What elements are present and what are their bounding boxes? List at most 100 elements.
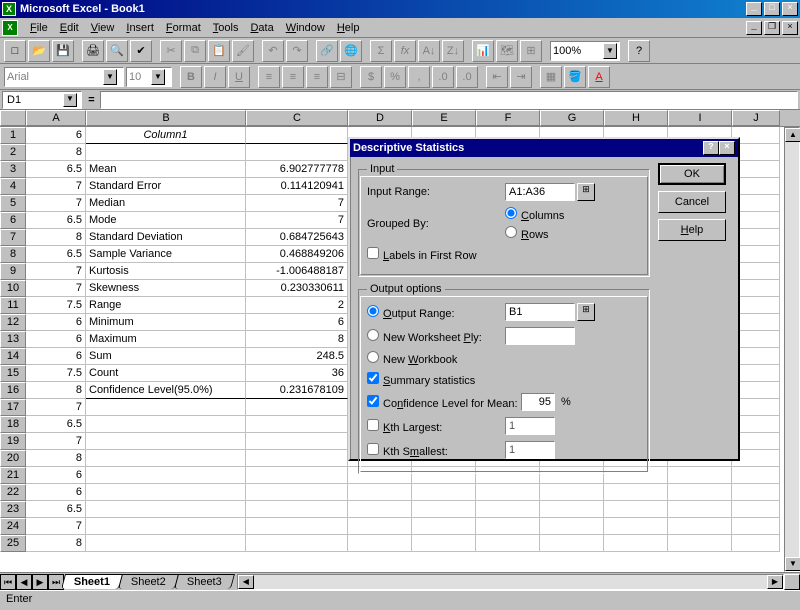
preview-button[interactable]: 🔍 (106, 40, 128, 62)
cell[interactable]: 7 (26, 433, 86, 450)
cell[interactable]: Sample Variance (86, 246, 246, 263)
doc-restore-button[interactable]: ❐ (764, 21, 780, 35)
cell[interactable] (86, 535, 246, 552)
cut-button[interactable]: ✂ (160, 40, 182, 62)
cell[interactable]: 7 (246, 195, 348, 212)
column-header-D[interactable]: D (348, 110, 412, 126)
cell[interactable] (604, 484, 668, 501)
kth-smallest-check[interactable]: Kth Smallest: (367, 443, 505, 458)
cell[interactable]: 7 (26, 399, 86, 416)
cell[interactable] (476, 501, 540, 518)
row-header[interactable]: 11 (0, 297, 26, 314)
cell[interactable]: 8 (26, 450, 86, 467)
new-worksheet-radio[interactable]: New Worksheet Ply: (367, 329, 505, 344)
row-header[interactable]: 3 (0, 161, 26, 178)
cell[interactable]: 0.468849206 (246, 246, 348, 263)
cell[interactable] (246, 416, 348, 433)
cell[interactable] (476, 535, 540, 552)
columns-radio[interactable]: CColumnsolumns (505, 207, 564, 222)
doc-close-button[interactable]: × (782, 21, 798, 35)
cell[interactable] (246, 501, 348, 518)
range-selector-button[interactable]: ⊞ (577, 303, 595, 321)
cell[interactable] (246, 399, 348, 416)
row-header[interactable]: 2 (0, 144, 26, 161)
column-header-F[interactable]: F (476, 110, 540, 126)
row-header[interactable]: 17 (0, 399, 26, 416)
scroll-up-button[interactable]: ▲ (785, 128, 800, 142)
column-header-E[interactable]: E (412, 110, 476, 126)
cell[interactable] (668, 535, 732, 552)
row-header[interactable]: 21 (0, 467, 26, 484)
next-sheet-button[interactable]: ▶ (32, 574, 48, 590)
cell[interactable] (246, 433, 348, 450)
cell[interactable]: -1.006488187 (246, 263, 348, 280)
vertical-scrollbar[interactable]: ▲ ▼ (784, 127, 800, 572)
cell[interactable] (246, 450, 348, 467)
increase-indent-button[interactable]: ⇥ (510, 66, 532, 88)
kth-largest-field[interactable] (505, 417, 555, 435)
help-button[interactable]: Help (658, 219, 726, 241)
cell[interactable] (668, 484, 732, 501)
cell[interactable]: 6 (26, 314, 86, 331)
cell[interactable] (246, 127, 348, 144)
cell[interactable]: Minimum (86, 314, 246, 331)
cell[interactable]: Maximum (86, 331, 246, 348)
cell[interactable] (348, 535, 412, 552)
menu-tools[interactable]: Tools (207, 20, 245, 36)
row-header[interactable]: 4 (0, 178, 26, 195)
cell[interactable]: Skewness (86, 280, 246, 297)
row-header[interactable]: 13 (0, 331, 26, 348)
maximize-button[interactable]: □ (764, 2, 780, 16)
menu-format[interactable]: Format (160, 20, 207, 36)
cell[interactable]: Kurtosis (86, 263, 246, 280)
column-header-G[interactable]: G (540, 110, 604, 126)
column-header-B[interactable]: B (86, 110, 246, 126)
cell[interactable]: 8 (26, 382, 86, 399)
redo-button[interactable]: ↷ (286, 40, 308, 62)
cell[interactable]: 8 (26, 144, 86, 161)
cell[interactable] (540, 518, 604, 535)
cell[interactable]: 6 (26, 331, 86, 348)
cell[interactable]: Mean (86, 161, 246, 178)
cell[interactable]: 6.5 (26, 501, 86, 518)
cell[interactable]: Range (86, 297, 246, 314)
format-painter-button[interactable]: 🖌 (232, 40, 254, 62)
cell[interactable]: Sum (86, 348, 246, 365)
cell[interactable]: 7.5 (26, 297, 86, 314)
align-right-button[interactable]: ≡ (306, 66, 328, 88)
menu-view[interactable]: View (85, 20, 121, 36)
cell[interactable] (246, 535, 348, 552)
chart-button[interactable]: 📊 (472, 40, 494, 62)
row-header[interactable]: 10 (0, 280, 26, 297)
column-header-H[interactable]: H (604, 110, 668, 126)
cell[interactable]: 6 (26, 467, 86, 484)
cell[interactable]: 7 (26, 195, 86, 212)
menu-edit[interactable]: Edit (54, 20, 85, 36)
print-button[interactable]: 🖨 (82, 40, 104, 62)
cell[interactable]: Column1 (86, 127, 246, 144)
borders-button[interactable]: ▦ (540, 66, 562, 88)
cell[interactable] (668, 518, 732, 535)
cell[interactable]: Standard Error (86, 178, 246, 195)
hyperlink-button[interactable]: 🔗 (316, 40, 338, 62)
row-header[interactable]: 1 (0, 127, 26, 144)
row-header[interactable]: 18 (0, 416, 26, 433)
cell[interactable]: 248.5 (246, 348, 348, 365)
cell[interactable] (86, 450, 246, 467)
rows-radio[interactable]: Rows (505, 226, 564, 241)
cell[interactable] (476, 484, 540, 501)
currency-button[interactable]: $ (360, 66, 382, 88)
web-toolbar-button[interactable]: 🌐 (340, 40, 362, 62)
column-header-A[interactable]: A (26, 110, 86, 126)
cell[interactable]: 0.684725643 (246, 229, 348, 246)
font-size-combo[interactable]: ▼ (126, 67, 172, 87)
row-header[interactable]: 14 (0, 348, 26, 365)
cell[interactable] (86, 467, 246, 484)
cell[interactable] (86, 416, 246, 433)
cell[interactable]: 6 (26, 484, 86, 501)
cancel-button[interactable]: Cancel (658, 191, 726, 213)
italic-button[interactable]: I (204, 66, 226, 88)
zoom-combo[interactable]: ▼ (550, 41, 620, 61)
save-button[interactable]: 💾 (52, 40, 74, 62)
sheet-tab-sheet1[interactable]: Sheet1 (61, 574, 123, 589)
